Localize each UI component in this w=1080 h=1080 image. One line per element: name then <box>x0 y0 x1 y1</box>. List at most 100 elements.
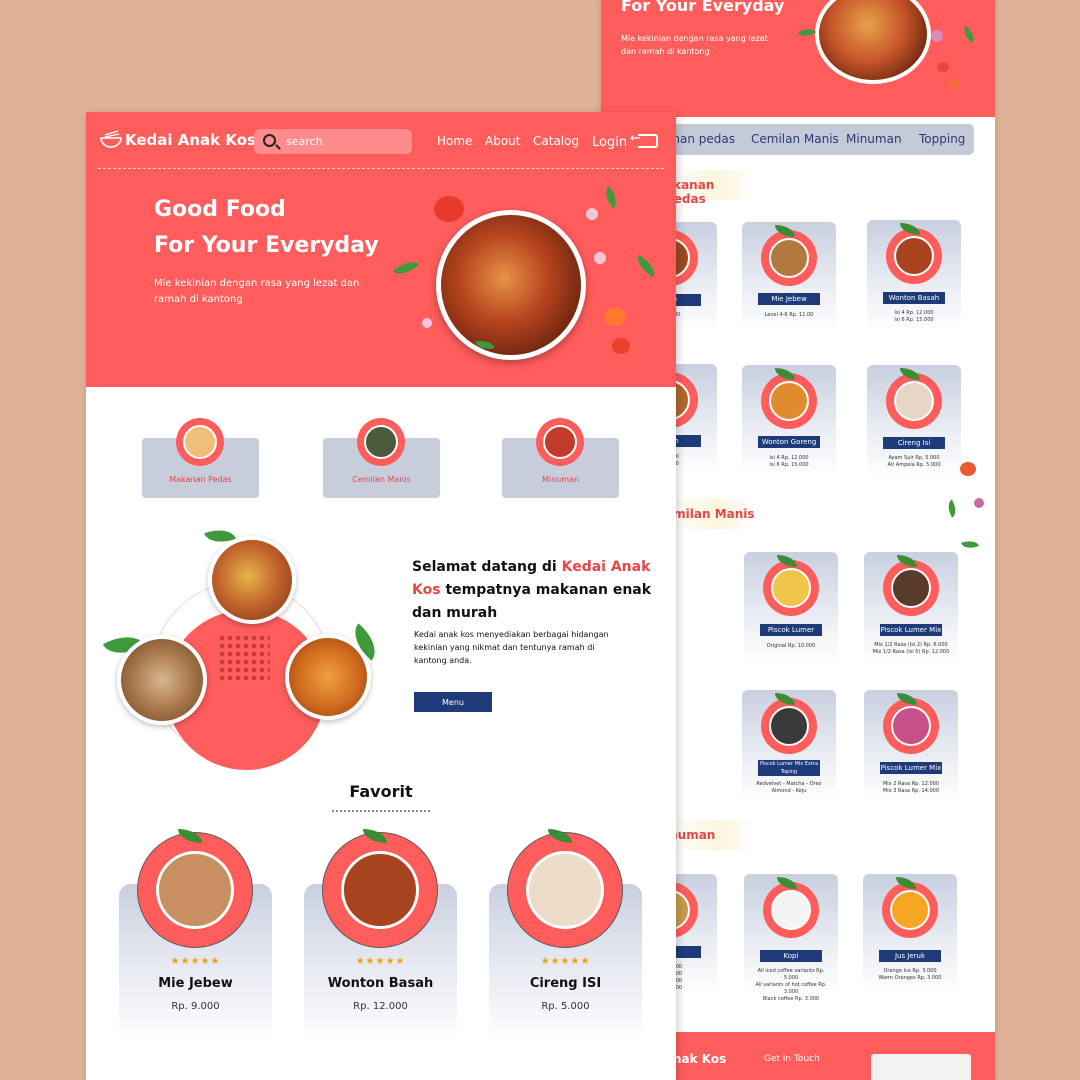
tomato-decoration <box>612 338 630 354</box>
onion-decoration <box>974 498 984 508</box>
product-image <box>761 693 817 754</box>
footer-map[interactable] <box>871 1054 971 1080</box>
favorite-card-wonton-basah[interactable]: ★★★★★ Wonton Basah Rp. 12.000 <box>304 829 457 1044</box>
category-card-minuman[interactable]: Minuman <box>502 418 619 498</box>
hero-subtitle: Mie kekinian dengan rasa yang lezat dan … <box>154 278 360 305</box>
leaf-decoration <box>600 186 622 209</box>
brand-logo-text[interactable]: Kedai Anak Kos <box>125 131 256 149</box>
hero-food-image <box>436 210 586 360</box>
tomato-decoration <box>949 78 959 88</box>
category-card-cemilan-manis[interactable]: Cemilan Manis <box>323 418 440 498</box>
favorite-name: Mie Jebew <box>158 976 233 991</box>
tomato-decoration <box>937 62 949 72</box>
favorite-card-mie-jebew[interactable]: ★★★★★ Mie Jebew Rp. 9.000 <box>119 829 272 1044</box>
product-card[interactable]: Jus Jeruk Orange Ice Rp. 3.000 Warm Oran… <box>863 874 957 994</box>
product-image <box>883 693 939 754</box>
onion-decoration <box>594 252 606 264</box>
product-label: Piscok Lumer Mix <box>880 762 942 774</box>
product-label: Wonton Goreng <box>758 436 820 448</box>
rating-stars: ★★★★★ <box>540 956 591 967</box>
product-image <box>882 877 938 938</box>
section-title-minuman: inuman <box>665 820 755 850</box>
product-card[interactable]: Piscok Lumer Original Rp. 10.000 <box>744 552 838 662</box>
product-label: Kopi <box>760 950 822 962</box>
product-label: Mie Jebew <box>758 293 820 305</box>
tab-cemilan-manis[interactable]: Cemilan Manis <box>751 132 839 146</box>
section-title-makanan-pedas: akanan Pedas <box>665 170 755 206</box>
product-price: Isi 4 Rp. 12.000 Isi 6 Rp. 15.000 <box>894 310 934 323</box>
login-icon[interactable] <box>630 131 658 148</box>
favorite-image <box>137 829 253 948</box>
leaf-decoration <box>632 254 660 278</box>
favorites-divider <box>332 810 430 812</box>
nav-login[interactable]: Login <box>592 135 627 150</box>
tomato-decoration <box>604 308 626 326</box>
footer-brand: nak Kos <box>673 1052 727 1066</box>
leaf-decoration <box>797 24 817 41</box>
tab-topping[interactable]: Topping <box>919 132 965 146</box>
product-label: Wonton Basah <box>883 292 945 304</box>
favorite-price: Rp. 12.000 <box>353 1001 408 1012</box>
product-price: Isi 4 Rp. 12.000 Isi 6 Rp. 15.000 <box>769 455 809 468</box>
category-image <box>536 418 584 466</box>
product-price: Orange Ice Rp. 3.000 Warm Oranges Rp. 3.… <box>878 968 942 981</box>
product-price: Mix 2 Rasa Rp. 12.000 Mix 3 Rasa Rp. 14.… <box>882 781 940 794</box>
hero-title-line-1: Good Food <box>154 197 286 222</box>
product-price: Ayam Suir Rp. 5.000 Ati Ampela Rp. 5.000 <box>887 455 941 468</box>
product-price: Mix 1/2 Rasa (Isi 2) Rp. 6.000 Mix 1/2 R… <box>872 642 950 655</box>
rating-stars: ★★★★★ <box>170 956 221 967</box>
nav-about[interactable]: About <box>485 134 520 148</box>
product-price: Redvelvet - Matcha - Oreo Almond - Keju <box>756 781 822 794</box>
hero-title: Good Food For Your Everyday <box>154 192 379 264</box>
section-title-cemilan-manis: emilan Manis <box>665 499 755 529</box>
product-image <box>761 225 817 286</box>
onion-decoration <box>586 208 598 220</box>
product-card[interactable]: Mie Jebew Level 4-6 Rp. 11.00 <box>742 222 836 332</box>
catalog-tabbar: anan pedas Cemilan Manis Minuman Topping <box>665 124 974 155</box>
product-card[interactable]: Piscok Lumer Mix Mix 2 Rasa Rp. 12.000 M… <box>864 690 958 802</box>
category-card-makanan-pedas[interactable]: Makanan Pedas <box>142 418 259 498</box>
footer-contact-title: Get in Touch <box>764 1054 820 1064</box>
nav-catalog[interactable]: Catalog <box>533 134 579 148</box>
noodle-bowl-icon <box>100 130 122 148</box>
about-title: Selamat datang di Kedai Anak Kos tempatn… <box>412 556 672 625</box>
about-food-image-noodles <box>117 635 207 725</box>
product-card[interactable]: Wonton Goreng Isi 4 Rp. 12.000 Isi 6 Rp.… <box>742 365 836 475</box>
product-card[interactable]: Piscok Lumer Mix Extra Toping Redvelvet … <box>742 690 836 802</box>
search-input[interactable] <box>286 133 406 150</box>
favorite-name: Wonton Basah <box>327 976 434 991</box>
menu-button[interactable]: Menu <box>414 692 492 712</box>
product-card[interactable]: Wonton Basah Isi 4 Rp. 12.000 Isi 6 Rp. … <box>867 220 961 332</box>
product-image <box>883 555 939 616</box>
about-title-prefix: Selamat datang di <box>412 559 562 575</box>
leaf-decoration <box>392 255 420 281</box>
product-image <box>761 368 817 429</box>
dot-pattern-decoration <box>218 634 270 680</box>
catalog-hero-bowl-image <box>815 0 931 84</box>
hero-title-line-2: For Your Everyday <box>154 233 379 258</box>
about-description: Kedai anak kos menyediakan berbagai hida… <box>414 630 609 665</box>
tab-minuman[interactable]: Minuman <box>846 132 902 146</box>
catalog-hero: For Your Everyday Mie kekinian dengan ra… <box>601 0 995 117</box>
favorite-card-cireng-isi[interactable]: ★★★★★ Cireng ISI Rp. 5.000 <box>489 829 642 1044</box>
category-label: Minuman <box>541 475 580 484</box>
product-label: Jus Jeruk <box>879 950 941 962</box>
catalog-hero-subtitle: Mie kekinian dengan rasa yang lezat dan … <box>621 34 768 56</box>
product-card[interactable]: Cireng Isi Ayam Suir Rp. 5.000 Ati Ampel… <box>867 365 961 477</box>
search-icon[interactable] <box>263 134 276 147</box>
nav-home[interactable]: Home <box>437 134 472 148</box>
product-label: Piscok Lumer Mix <box>880 624 942 636</box>
product-card[interactable]: Kopi All iced coffee variants Rp. 5.000 … <box>744 874 838 1002</box>
onion-decoration <box>422 318 432 328</box>
category-label: Makanan Pedas <box>169 475 232 484</box>
about-food-image-wonton <box>285 634 371 720</box>
favorite-image <box>507 829 623 948</box>
category-image <box>357 418 405 466</box>
product-card[interactable]: Piscok Lumer Mix Mix 1/2 Rasa (Isi 2) Rp… <box>864 552 958 662</box>
home-page: Kedai Anak Kos Home About Catalog Login … <box>86 112 676 1080</box>
product-price: Level 4-6 Rp. 11.00 <box>764 312 814 318</box>
search-bar[interactable] <box>254 129 412 154</box>
about-title-rest: tempatnya makanan enak dan murah <box>412 582 652 621</box>
product-label: Piscok Lumer <box>760 624 822 636</box>
product-image <box>886 368 942 429</box>
